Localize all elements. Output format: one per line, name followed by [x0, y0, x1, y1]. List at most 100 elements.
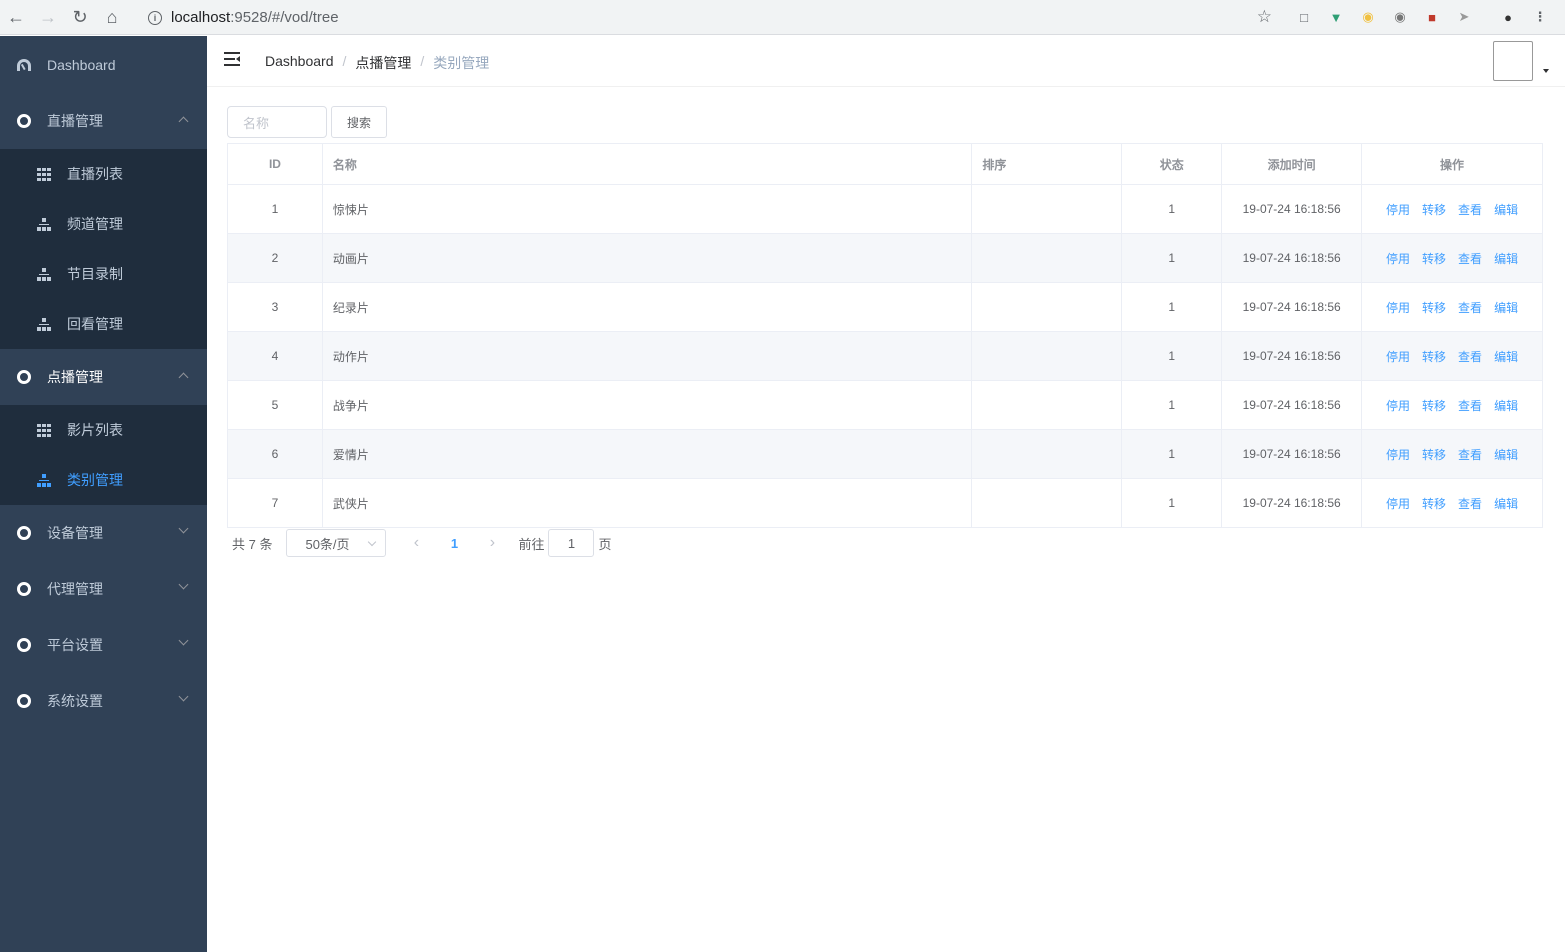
cell-actions: 停用 转移 查看 编辑	[1361, 184, 1543, 234]
column-header-actions: 操作	[1361, 143, 1543, 185]
goto-page-input[interactable]: 1	[548, 529, 595, 557]
sidebar-item-playback[interactable]: 回看管理	[0, 299, 207, 349]
column-header-name: 名称	[321, 143, 973, 185]
disable-link[interactable]: 停用	[1386, 497, 1410, 511]
page-size-value: 50条/页	[305, 536, 350, 552]
breadcrumb-dashboard[interactable]: Dashboard	[265, 53, 334, 73]
view-link[interactable]: 查看	[1458, 252, 1482, 266]
cell-time: 19-07-24 16:18:56	[1221, 282, 1363, 332]
view-link[interactable]: 查看	[1458, 448, 1482, 462]
edit-link[interactable]: 编辑	[1494, 301, 1518, 315]
sidebar-item-live-list[interactable]: 直播列表	[0, 149, 207, 199]
chevron-down-icon	[178, 579, 189, 590]
name-search-input[interactable]: 名称	[227, 106, 327, 138]
sidebar-item-devices[interactable]: 设备管理	[0, 505, 207, 561]
sidebar-item-category[interactable]: 类别管理	[0, 455, 207, 505]
extension-icon[interactable]: ◉	[1391, 8, 1409, 26]
disable-link[interactable]: 停用	[1386, 399, 1410, 413]
chevron-up-icon	[178, 372, 189, 383]
sidebar-item-vod[interactable]: 点播管理	[0, 349, 207, 405]
forward-icon[interactable]: →	[32, 0, 64, 35]
sidebar: Dashboard 直播管理 直播列表 频道管理 节目录制 回看管理 点播管理	[0, 36, 207, 952]
avatar[interactable]	[1493, 41, 1533, 81]
move-link[interactable]: 转移	[1422, 399, 1446, 413]
move-link[interactable]: 转移	[1422, 203, 1446, 217]
column-header-status: 状态	[1121, 143, 1223, 185]
next-page-icon[interactable]: ›	[473, 529, 511, 557]
hamburger-icon[interactable]	[224, 52, 240, 66]
sidebar-item-label: 系统设置	[47, 693, 103, 709]
disable-link[interactable]: 停用	[1386, 448, 1410, 462]
page-size-select[interactable]: 50条/页	[286, 529, 387, 557]
disable-link[interactable]: 停用	[1386, 350, 1410, 364]
view-link[interactable]: 查看	[1458, 399, 1482, 413]
view-link[interactable]: 查看	[1458, 350, 1482, 364]
cell-id: 6	[227, 429, 323, 479]
extension-icon[interactable]: ◉	[1359, 8, 1377, 26]
sidebar-item-dashboard[interactable]: Dashboard	[0, 36, 207, 93]
cell-actions: 停用 转移 查看 编辑	[1361, 380, 1543, 430]
extension-icon[interactable]: ➤	[1455, 8, 1473, 26]
disable-link[interactable]: 停用	[1386, 252, 1410, 266]
cell-actions: 停用 转移 查看 编辑	[1361, 331, 1543, 381]
disable-link[interactable]: 停用	[1386, 203, 1410, 217]
edit-link[interactable]: 编辑	[1494, 448, 1518, 462]
reload-icon[interactable]: ↻	[64, 0, 96, 35]
cell-time: 19-07-24 16:18:56	[1221, 478, 1363, 528]
move-link[interactable]: 转移	[1422, 497, 1446, 511]
caret-down-icon[interactable]	[1543, 69, 1549, 73]
back-icon[interactable]: ←	[0, 0, 32, 35]
address-bar[interactable]: i localhost:9528/#/vod/tree ☆	[138, 4, 1282, 31]
move-link[interactable]: 转移	[1422, 301, 1446, 315]
move-link[interactable]: 转移	[1422, 448, 1446, 462]
move-link[interactable]: 转移	[1422, 252, 1446, 266]
sidebar-item-agents[interactable]: 代理管理	[0, 561, 207, 617]
sidebar-item-label: 直播管理	[47, 113, 103, 129]
bookmark-star-icon[interactable]: ☆	[1257, 7, 1272, 27]
profile-icon[interactable]: ●	[1499, 8, 1517, 26]
cell-status: 1	[1121, 429, 1223, 479]
screenshot-extension-icon[interactable]: □	[1295, 8, 1313, 26]
sidebar-item-platform[interactable]: 平台设置	[0, 617, 207, 673]
edit-link[interactable]: 编辑	[1494, 497, 1518, 511]
table-row: 2 动画片 1 19-07-24 16:18:56 停用 转移 查看 编辑	[227, 233, 1543, 283]
table-row: 6 爱情片 1 19-07-24 16:18:56 停用 转移 查看 编辑	[227, 429, 1543, 479]
platform-menu-icon	[16, 637, 32, 653]
prev-page-icon[interactable]: ‹	[397, 529, 435, 557]
edit-link[interactable]: 编辑	[1494, 252, 1518, 266]
view-link[interactable]: 查看	[1458, 203, 1482, 217]
breadcrumb-vod[interactable]: 点播管理	[355, 53, 411, 73]
disable-link[interactable]: 停用	[1386, 301, 1410, 315]
browser-menu-icon[interactable]: ⋮	[1531, 8, 1549, 26]
sidebar-item-label: 平台设置	[47, 637, 103, 653]
breadcrumb-category: 类别管理	[433, 55, 490, 71]
pdf-extension-icon[interactable]: ■	[1423, 8, 1441, 26]
cell-name: 动作片	[321, 331, 973, 381]
table-row: 1 惊悚片 1 19-07-24 16:18:56 停用 转移 查看 编辑	[227, 184, 1543, 234]
info-icon[interactable]: i	[148, 10, 162, 25]
table-header-row: ID 名称 排序 状态 添加时间 操作	[227, 143, 1543, 185]
view-link[interactable]: 查看	[1458, 301, 1482, 315]
home-icon[interactable]: ⌂	[96, 0, 128, 35]
cell-status: 1	[1121, 478, 1223, 528]
sidebar-item-live[interactable]: 直播管理	[0, 93, 207, 149]
search-button[interactable]: 搜索	[331, 106, 387, 138]
vue-devtools-icon[interactable]: ▼	[1327, 8, 1345, 26]
sidebar-item-movie-list[interactable]: 影片列表	[0, 405, 207, 455]
column-header-id: ID	[227, 143, 323, 185]
page-number-current[interactable]: 1	[435, 536, 473, 551]
navbar: Dashboard / 点播管理 / 类别管理	[207, 36, 1565, 87]
view-link[interactable]: 查看	[1458, 497, 1482, 511]
sidebar-item-channels[interactable]: 频道管理	[0, 199, 207, 249]
edit-link[interactable]: 编辑	[1494, 203, 1518, 217]
table-row: 7 武侠片 1 19-07-24 16:18:56 停用 转移 查看 编辑	[227, 478, 1543, 528]
cell-name: 武侠片	[321, 478, 973, 528]
sidebar-item-recording[interactable]: 节目录制	[0, 249, 207, 299]
cell-name: 爱情片	[321, 429, 973, 479]
tree-icon	[36, 266, 52, 282]
goto-label: 前往	[518, 536, 545, 552]
edit-link[interactable]: 编辑	[1494, 399, 1518, 413]
edit-link[interactable]: 编辑	[1494, 350, 1518, 364]
move-link[interactable]: 转移	[1422, 350, 1446, 364]
sidebar-item-system[interactable]: 系统设置	[0, 673, 207, 729]
